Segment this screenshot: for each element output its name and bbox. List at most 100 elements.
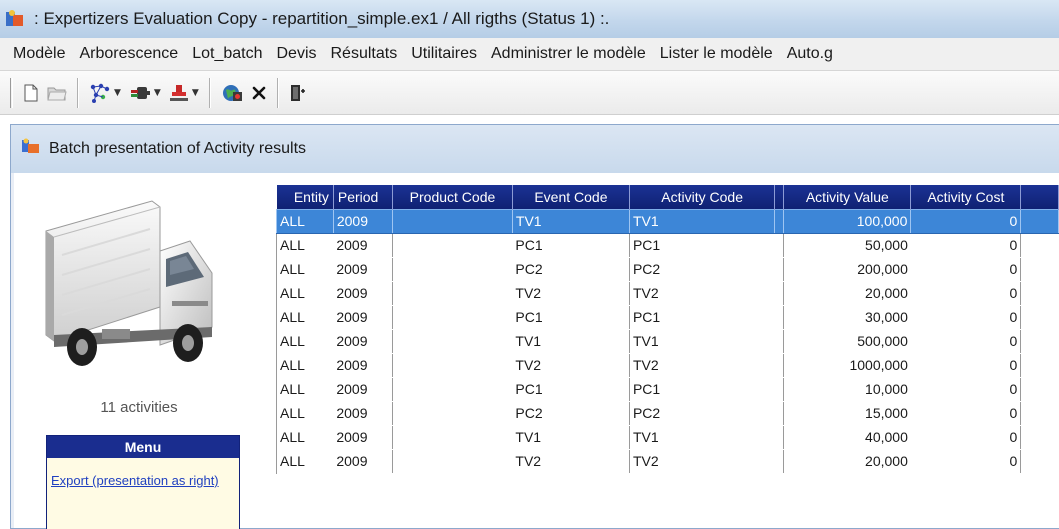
cell-period[interactable]: 2009 [333, 257, 392, 281]
cell-event-code[interactable]: TV1 [512, 425, 629, 449]
chevron-down-icon[interactable]: ▼ [192, 88, 199, 98]
cell-event-code[interactable]: PC1 [512, 305, 629, 329]
cell-activity-value[interactable]: 200,000 [783, 257, 911, 281]
cell-entity[interactable]: ALL [276, 208, 334, 234]
cell-activity-code[interactable]: TV2 [628, 449, 775, 473]
cell-activity-cost[interactable]: 0 [911, 233, 1021, 257]
cell-product-code[interactable] [392, 401, 513, 425]
menu-modele[interactable]: Modèle [6, 45, 72, 63]
network-icon[interactable]: ▼ [85, 79, 125, 107]
delete-icon[interactable] [247, 79, 271, 107]
cell-activity-value[interactable]: 20,000 [783, 281, 911, 305]
cell-activity-cost[interactable]: 0 [911, 377, 1021, 401]
table-row[interactable]: ALL 2009 TV1 TV1 40,000 0 [276, 425, 1059, 449]
cell-activity-code[interactable]: TV1 [628, 425, 775, 449]
stamp-icon[interactable]: ▼ [165, 79, 203, 107]
cell-product-code[interactable] [392, 377, 513, 401]
cell-activity-code[interactable]: PC2 [628, 401, 775, 425]
cell-activity-code[interactable]: TV1 [628, 208, 776, 234]
exit-door-icon[interactable] [285, 79, 311, 107]
cell-event-code[interactable]: PC2 [512, 401, 629, 425]
menu-arborescence[interactable]: Arborescence [72, 45, 185, 63]
cell-entity[interactable]: ALL [276, 353, 334, 377]
cell-activity-cost[interactable]: 0 [910, 208, 1022, 234]
cell-event-code[interactable]: TV2 [512, 353, 629, 377]
cell-product-code[interactable] [392, 449, 513, 473]
table-row[interactable]: ALL 2009 PC2 PC2 200,000 0 [276, 257, 1059, 281]
column-header-product-code[interactable]: Product Code [392, 185, 513, 209]
app-icon[interactable] [6, 10, 24, 28]
cell-event-code[interactable]: TV2 [512, 449, 629, 473]
cell-activity-value[interactable]: 500,000 [783, 329, 911, 353]
cell-activity-value[interactable]: 30,000 [783, 305, 911, 329]
cell-entity[interactable]: ALL [276, 329, 334, 353]
cell-entity[interactable]: ALL [276, 257, 334, 281]
menu-lister-modele[interactable]: Lister le modèle [653, 45, 780, 63]
cell-activity-value[interactable]: 50,000 [783, 233, 911, 257]
cell-event-code[interactable]: PC2 [512, 257, 629, 281]
cell-period[interactable]: 2009 [333, 305, 392, 329]
cell-period[interactable]: 2009 [333, 401, 392, 425]
menu-devis[interactable]: Devis [269, 45, 323, 63]
table-row[interactable]: ALL 2009 PC1 PC1 50,000 0 [276, 233, 1059, 257]
cell-entity[interactable]: ALL [276, 377, 334, 401]
globe-icon[interactable] [217, 79, 247, 107]
cell-activity-cost[interactable]: 0 [911, 281, 1021, 305]
cell-activity-value[interactable]: 15,000 [783, 401, 911, 425]
cell-activity-code[interactable]: TV2 [628, 353, 775, 377]
cell-activity-code[interactable]: TV2 [628, 281, 775, 305]
cell-activity-code[interactable]: PC1 [628, 377, 775, 401]
column-header-activity-cost[interactable]: Activity Cost [910, 185, 1022, 209]
table-row[interactable]: ALL 2009 TV1 TV1 500,000 0 [276, 329, 1059, 353]
cell-product-code[interactable] [392, 425, 513, 449]
column-header-activity-value[interactable]: Activity Value [783, 185, 912, 209]
export-link[interactable]: Export (presentation as right) [47, 458, 239, 489]
cell-period[interactable]: 2009 [333, 233, 392, 257]
cell-product-code[interactable] [392, 257, 513, 281]
cell-product-code[interactable] [392, 208, 513, 234]
menu-resultats[interactable]: Résultats [324, 45, 405, 63]
cell-product-code[interactable] [392, 305, 513, 329]
cell-activity-value[interactable]: 10,000 [783, 377, 911, 401]
cell-activity-cost[interactable]: 0 [911, 449, 1021, 473]
cell-activity-value[interactable]: 1000,000 [783, 353, 911, 377]
cell-activity-cost[interactable]: 0 [911, 425, 1021, 449]
column-header-event-code[interactable]: Event Code [512, 185, 630, 209]
cell-activity-cost[interactable]: 0 [911, 305, 1021, 329]
cell-activity-cost[interactable]: 0 [911, 257, 1021, 281]
plug-icon[interactable]: ▼ [125, 79, 165, 107]
cell-period[interactable]: 2009 [333, 353, 392, 377]
table-row[interactable]: ALL 2009 TV1 TV1 100,000 0 [276, 208, 1059, 234]
cell-activity-code[interactable]: PC2 [628, 257, 775, 281]
menu-lot-batch[interactable]: Lot_batch [185, 45, 269, 63]
cell-entity[interactable]: ALL [276, 449, 334, 473]
menu-utilitaires[interactable]: Utilitaires [404, 45, 484, 63]
cell-activity-value[interactable]: 40,000 [783, 425, 911, 449]
cell-event-code[interactable]: PC1 [512, 377, 629, 401]
cell-activity-cost[interactable]: 0 [911, 401, 1021, 425]
cell-entity[interactable]: ALL [276, 305, 334, 329]
table-row[interactable]: ALL 2009 TV2 TV2 1000,000 0 [276, 353, 1059, 377]
table-row[interactable]: ALL 2009 PC2 PC2 15,000 0 [276, 401, 1059, 425]
table-row[interactable]: ALL 2009 TV2 TV2 20,000 0 [276, 281, 1059, 305]
cell-period[interactable]: 2009 [333, 425, 392, 449]
column-header-period[interactable]: Period [333, 185, 394, 209]
cell-period[interactable]: 2009 [333, 449, 392, 473]
toolbar-grip[interactable] [10, 77, 13, 108]
cell-period[interactable]: 2009 [333, 329, 392, 353]
cell-activity-code[interactable]: PC1 [628, 305, 775, 329]
cell-event-code[interactable]: TV2 [512, 281, 629, 305]
cell-product-code[interactable] [392, 353, 513, 377]
cell-activity-code[interactable]: TV1 [628, 329, 775, 353]
table-row[interactable]: ALL 2009 PC1 PC1 30,000 0 [276, 305, 1059, 329]
cell-activity-cost[interactable]: 0 [911, 353, 1021, 377]
cell-activity-code[interactable]: PC1 [628, 233, 775, 257]
cell-activity-value[interactable]: 100,000 [783, 208, 912, 234]
cell-activity-value[interactable]: 20,000 [783, 449, 911, 473]
column-header-entity[interactable]: Entity [276, 185, 334, 209]
cell-period[interactable]: 2009 [332, 208, 394, 234]
cell-period[interactable]: 2009 [333, 377, 392, 401]
cell-activity-cost[interactable]: 0 [911, 329, 1021, 353]
cell-product-code[interactable] [392, 281, 513, 305]
cell-entity[interactable]: ALL [276, 233, 334, 257]
